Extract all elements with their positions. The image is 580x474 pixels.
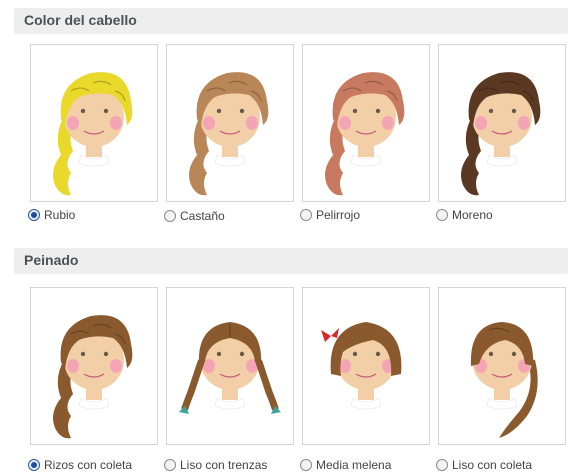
girl-illustration-bob: [321, 322, 402, 410]
section-title: Peinado: [24, 252, 79, 268]
radio-unselected-icon[interactable]: [436, 459, 448, 471]
option-label: Castaño: [180, 209, 225, 223]
radio-unselected-icon[interactable]: [300, 209, 312, 221]
hairstyle-card-media-melena[interactable]: [302, 287, 430, 445]
hair-color-card-castano[interactable]: [166, 44, 294, 202]
girl-illustration-curly-ponytail: [53, 315, 133, 439]
radio-option-moreno[interactable]: Moreno: [436, 207, 493, 223]
radio-option-liso-con-trenzas[interactable]: Liso con trenzas: [164, 457, 267, 473]
option-label: Liso con coleta: [452, 458, 533, 472]
option-label: Rizos con coleta: [44, 458, 133, 472]
girl-illustration-braids: [179, 322, 281, 414]
option-label: Moreno: [452, 208, 493, 222]
section-header-hairstyle: Peinado: [14, 248, 568, 274]
option-label: Pelirrojo: [316, 208, 361, 222]
radio-option-castano[interactable]: Castaño: [164, 208, 225, 224]
option-label: Liso con trenzas: [180, 458, 268, 472]
radio-unselected-icon[interactable]: [436, 209, 448, 221]
girl-illustration-castano: [189, 72, 269, 196]
hair-color-card-pelirrojo[interactable]: [302, 44, 430, 202]
radio-option-rizos-con-coleta[interactable]: Rizos con coleta: [28, 457, 132, 473]
radio-unselected-icon[interactable]: [300, 459, 312, 471]
hair-color-card-rubio[interactable]: [30, 44, 158, 202]
hair-color-card-moreno[interactable]: [438, 44, 566, 202]
radio-option-rubio[interactable]: Rubio: [28, 207, 75, 223]
option-label: Rubio: [44, 208, 76, 222]
radio-option-media-melena[interactable]: Media melena: [300, 457, 391, 473]
radio-unselected-icon[interactable]: [164, 210, 176, 222]
girl-illustration-moreno: [461, 72, 541, 196]
section-header-hair-color: Color del cabello: [14, 8, 568, 34]
section-title: Color del cabello: [24, 12, 137, 28]
radio-option-pelirrojo[interactable]: Pelirrojo: [300, 207, 360, 223]
radio-selected-icon[interactable]: [28, 209, 40, 221]
girl-illustration-pelirrojo: [325, 72, 405, 196]
radio-unselected-icon[interactable]: [164, 459, 176, 471]
radio-selected-icon[interactable]: [28, 459, 40, 471]
option-label: Media melena: [316, 458, 392, 472]
hairstyle-card-rizos-con-coleta[interactable]: [30, 287, 158, 445]
girl-illustration-rubio: [53, 72, 133, 196]
hairstyle-card-liso-con-trenzas[interactable]: [166, 287, 294, 445]
girl-illustration-straight-ponytail: [470, 322, 538, 438]
radio-option-liso-con-coleta[interactable]: Liso con coleta: [436, 457, 532, 473]
hairstyle-card-liso-con-coleta[interactable]: [438, 287, 566, 445]
